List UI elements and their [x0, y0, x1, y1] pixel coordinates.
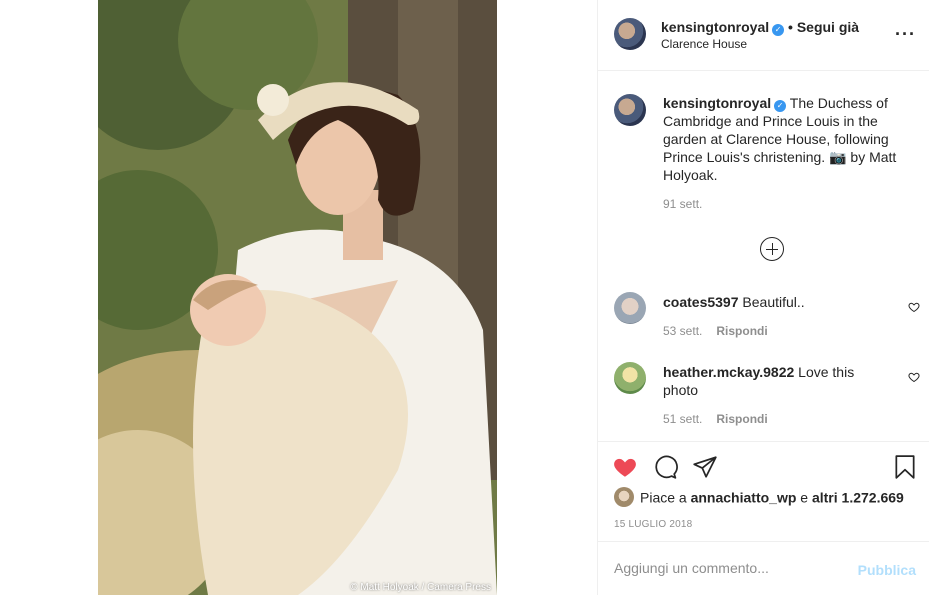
comment-input[interactable]	[614, 560, 844, 576]
comment-item: heather.mckay.9822 Love this photo 51 se…	[598, 362, 929, 432]
likes-summary: Piace a annachiatto_wp e altri 1.272.669	[614, 487, 904, 509]
like-heart-icon[interactable]	[612, 454, 638, 480]
caption-username[interactable]: kensingtonroyal	[663, 95, 771, 111]
reply-button[interactable]: Rispondi	[716, 412, 767, 426]
comment-meta: 53 sett. Rispondi	[663, 324, 768, 338]
comment-text-block: heather.mckay.9822 Love this photo	[663, 363, 893, 399]
caption-text-block: kensingtonroyal ✓ The Duchess of Cambridg…	[663, 94, 918, 184]
follow-status[interactable]: • Segui già	[788, 19, 859, 35]
avatar[interactable]	[614, 94, 646, 126]
header-username[interactable]: kensingtonroyal	[661, 19, 769, 35]
bookmark-save-icon[interactable]	[892, 454, 918, 480]
header-user-line: kensingtonroyal ✓ • Segui già	[661, 19, 859, 36]
comment-meta: 51 sett. Rispondi	[663, 412, 768, 426]
avatar[interactable]	[614, 362, 646, 394]
likes-user-link[interactable]: annachiatto_wp	[691, 490, 797, 506]
comment-time[interactable]: 53 sett.	[663, 324, 702, 338]
post-photo[interactable]: © Matt Holyoak / Camera Press	[98, 0, 497, 595]
publish-button[interactable]: Pubblica	[858, 562, 916, 578]
avatar[interactable]	[614, 487, 634, 507]
more-options-icon[interactable]: ···	[895, 24, 916, 45]
avatar[interactable]	[614, 292, 646, 324]
caption-time[interactable]: 91 sett.	[663, 197, 702, 211]
comment-bubble-icon[interactable]	[652, 454, 678, 480]
photo-illustration	[98, 0, 497, 595]
load-more-comments-icon[interactable]	[760, 237, 784, 261]
post-header: kensingtonroyal ✓ • Segui già Clarence Ho…	[598, 0, 929, 71]
reply-button[interactable]: Rispondi	[716, 324, 767, 338]
add-comment-bar: Pubblica	[598, 541, 929, 595]
likes-prefix: Piace a	[640, 489, 687, 506]
comment-text: Beautiful..	[742, 294, 805, 310]
post-date[interactable]: 15 LUGLIO 2018	[614, 519, 692, 530]
comment-username[interactable]: heather.mckay.9822	[663, 364, 794, 380]
comment-like-heart-icon[interactable]	[908, 371, 920, 383]
comment-like-heart-icon[interactable]	[908, 301, 920, 313]
comment-username[interactable]: coates5397	[663, 294, 739, 310]
action-bar: Piace a annachiatto_wp e altri 1.272.669…	[598, 441, 929, 541]
comment-text-block: coates5397 Beautiful..	[663, 293, 893, 311]
comment-time[interactable]: 51 sett.	[663, 412, 702, 426]
likes-mid: e	[800, 489, 809, 506]
photo-pane: © Matt Holyoak / Camera Press	[0, 0, 597, 595]
avatar[interactable]	[614, 18, 646, 50]
verified-icon: ✓	[774, 100, 787, 112]
location-link[interactable]: Clarence House	[661, 37, 747, 51]
post-sidebar: kensingtonroyal ✓ • Segui già Clarence Ho…	[597, 0, 929, 595]
share-send-icon[interactable]	[692, 454, 718, 480]
verified-icon: ✓	[772, 24, 785, 36]
photo-credit: © Matt Holyoak / Camera Press	[350, 582, 491, 593]
likes-others-link[interactable]: altri 1.272.669	[812, 490, 904, 506]
comment-item: coates5397 Beautiful.. 53 sett. Rispondi	[598, 292, 929, 342]
